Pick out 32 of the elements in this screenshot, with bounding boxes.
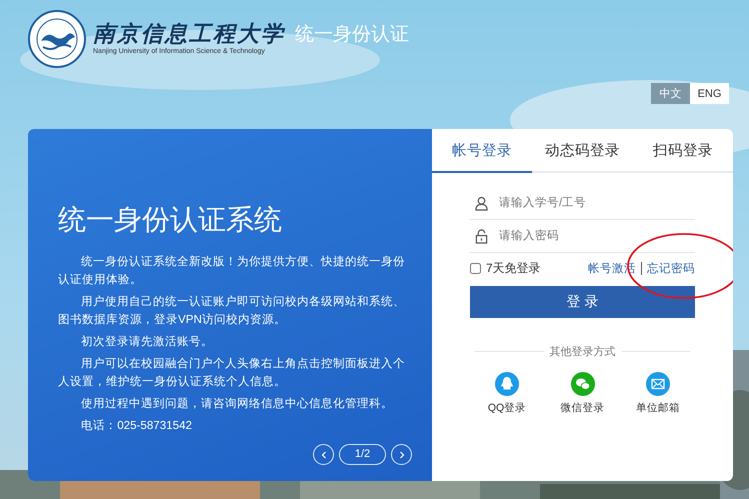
login-tab[interactable]: 扫码登录 (632, 129, 733, 173)
remember-label: 7天免登录 (486, 260, 541, 276)
page-indicator: 1/2 (339, 444, 386, 465)
intro-paragraph: 初次登录请先激活账号。 (80, 334, 214, 350)
other-methods-title: 其他登录方式 (548, 344, 616, 359)
user-icon (475, 196, 488, 210)
intro-paragraph: 用户可以在校园融合门户个人头像右上角点击控制面板进入个人设置，维护统一身份认证系统个人信息。 (58, 356, 406, 390)
penguin-icon[interactable] (495, 372, 519, 396)
previous-button[interactable] (313, 444, 334, 465)
remember-checkbox[interactable] (470, 262, 481, 274)
input-field[interactable]: 请输入密码 (499, 226, 689, 246)
login-button[interactable]: 登 录 (470, 286, 695, 318)
login-tab[interactable]: 帐号登录 (432, 129, 532, 173)
login-tab[interactable]: 动态码登录 (532, 129, 633, 173)
envelope-icon[interactable] (646, 372, 670, 396)
university-name: 南京信息工程大学 (93, 21, 285, 47)
lock-icon (475, 228, 488, 244)
intro-paragraph: 统一身份认证系统全新改版！为你提供方便、快捷的统一身份认证使用体验。 (58, 254, 406, 288)
next-button[interactable] (391, 444, 412, 465)
language-button[interactable]: ENG (690, 83, 729, 104)
input-field[interactable]: 请输入学号/工号 (499, 193, 689, 213)
university-emblem-icon (27, 9, 87, 69)
intro-paragraph: 使用过程中遇到问题，请咨询网络信息中心信息化管理科。 (80, 396, 394, 412)
system-title: 统一身份认证 (295, 23, 409, 47)
login-method-label: 单位邮箱 (636, 401, 680, 415)
login-method-label: 微信登录 (560, 401, 604, 415)
login-link[interactable]: 忘记密码 (647, 260, 695, 276)
intro-paragraph: 电话：025-58731542 (80, 418, 193, 434)
chat-bubbles-icon[interactable] (570, 372, 594, 396)
intro-title: 统一身份认证系统 (58, 203, 283, 237)
login-method-label: QQ登录 (488, 401, 526, 415)
intro-paragraph: 用户使用自己的统一认证账户即可访问校内各级网站和系统、图书数据库资源，登录VPN访问校内资源。 (58, 294, 406, 328)
